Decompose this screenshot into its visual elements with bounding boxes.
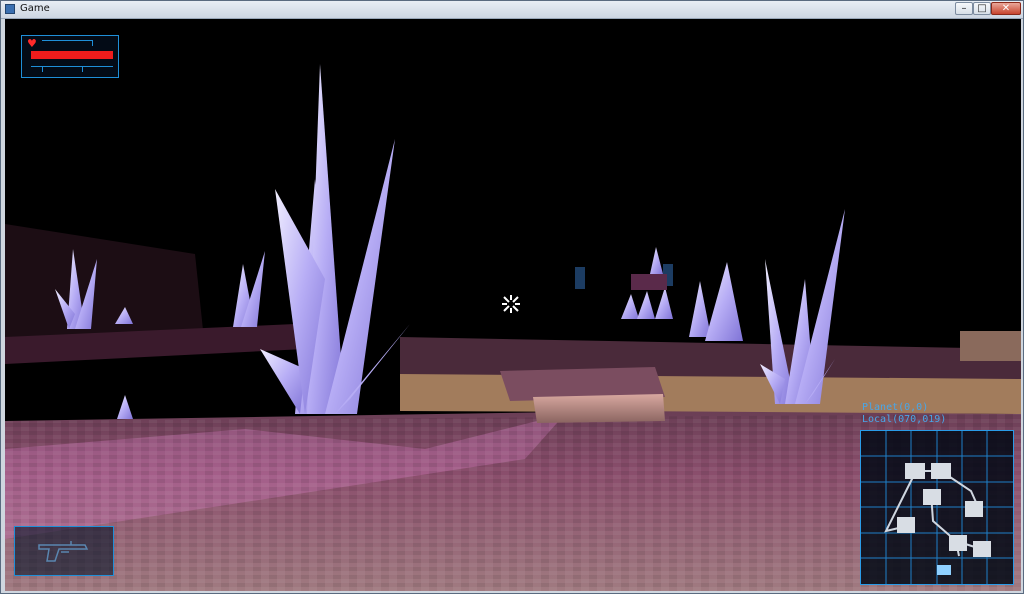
hud-decor-line (92, 40, 93, 46)
close-button[interactable]: ✕ (991, 2, 1021, 15)
title-bar[interactable]: Game – □ ✕ (1, 1, 1023, 19)
maximize-button[interactable]: □ (973, 2, 991, 15)
location-readout: Planet(0,0) Local(070,019) (862, 402, 946, 426)
planet-coordinates: Planet(0,0) (862, 402, 929, 413)
weapon-slot (14, 526, 114, 576)
heart-icon: ♥ (27, 37, 37, 50)
health-panel: ♥ (21, 35, 119, 78)
hud-decor-line (42, 66, 43, 72)
health-bar-fill (31, 51, 113, 59)
health-bar (31, 51, 113, 59)
game-window: Game – □ ✕ ♥ Planet(0,0) Local(070,019) (0, 0, 1024, 594)
hud-decor-line (31, 66, 113, 67)
center-platform (533, 394, 665, 423)
game-viewport[interactable]: ♥ Planet(0,0) Local(070,019) (5, 19, 1021, 591)
right-block (960, 331, 1021, 361)
hud-decor-line (82, 66, 83, 72)
pistol-icon (38, 541, 89, 562)
window-title: Game (20, 3, 50, 14)
hud-decor-line (42, 40, 92, 41)
crosshair-icon (502, 295, 520, 313)
minimize-button[interactable]: – (955, 2, 973, 15)
minimap-grid (861, 431, 1013, 584)
enemy-soldier[interactable] (575, 267, 585, 289)
player-marker (937, 565, 951, 575)
minimap[interactable] (860, 430, 1014, 585)
local-coordinates: Local(070,019) (862, 414, 947, 425)
app-icon (5, 4, 15, 14)
far-ledge (631, 274, 667, 290)
